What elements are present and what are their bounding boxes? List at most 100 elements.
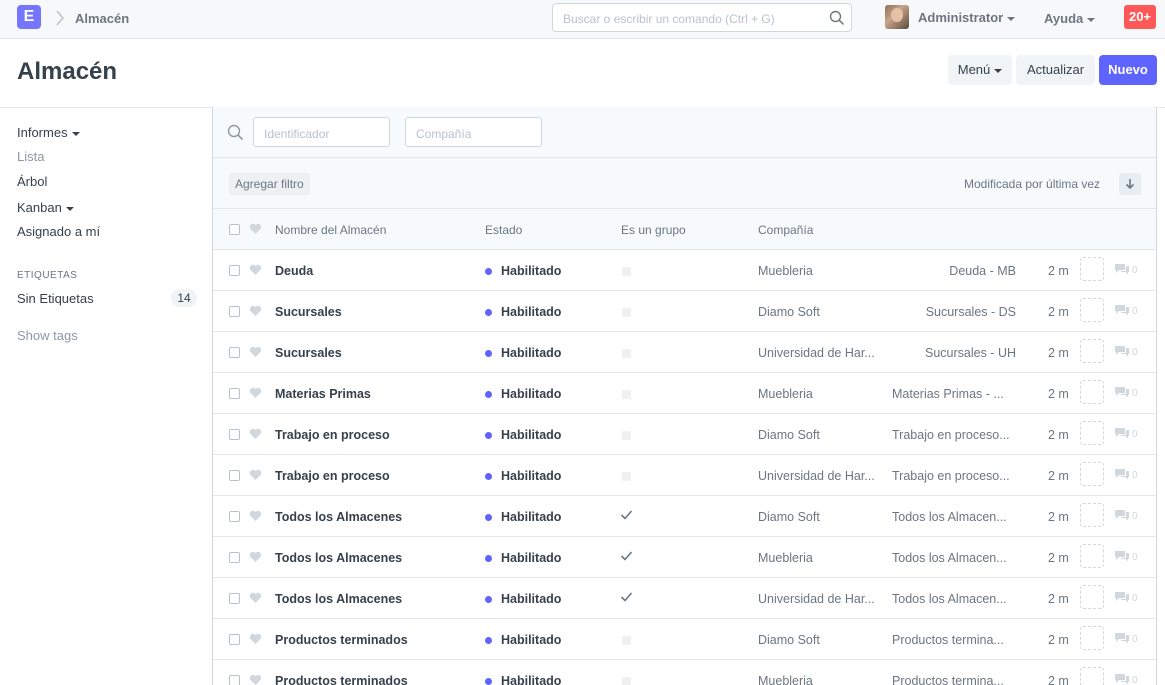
list-row[interactable]: Productos terminados Habilitado Muebleria P… [213,660,1156,685]
warehouse-name-link[interactable]: Deuda [275,264,313,278]
row-checkbox[interactable] [229,470,240,481]
row-checkbox[interactable] [229,306,240,317]
company-cell: Universidad de Har... [758,346,875,360]
assign-avatar-placeholder[interactable] [1080,544,1104,568]
list-row[interactable]: Todos los Almacenes Habilitado Muebleria To… [213,537,1156,578]
heart-icon[interactable] [249,551,262,563]
list-row[interactable]: Productos terminados Habilitado Diamo Soft… [213,619,1156,660]
comment-icon [1115,674,1129,685]
warehouse-name-link[interactable]: Productos terminados [275,633,408,647]
heart-icon[interactable] [249,428,262,440]
avatar[interactable] [885,5,909,29]
row-checkbox[interactable] [229,388,240,399]
list-row[interactable]: Todos los Almacenes Habilitado Diamo Soft T… [213,496,1156,537]
list-row[interactable]: Trabajo en proceso Habilitado Universidad … [213,455,1156,496]
row-checkbox[interactable] [229,511,240,522]
breadcrumb[interactable]: Almacén [75,11,129,26]
row-checkbox[interactable] [229,675,240,685]
list-row[interactable]: Sucursales Habilitado Universidad de Har..… [213,332,1156,373]
warehouse-id-cell: Todos los Almacen... [892,592,1007,606]
row-checkbox[interactable] [229,552,240,563]
warehouse-name-link[interactable]: Materias Primas [275,387,371,401]
assign-avatar-placeholder[interactable] [1080,339,1104,363]
status-indicator-dot [485,514,492,521]
menu-label: Menú [957,62,991,77]
sidebar-item-no-tags[interactable]: Sin Etiquetas [17,291,94,306]
page-title: Almacén [17,58,118,85]
heart-icon[interactable] [249,633,262,645]
heart-icon[interactable] [249,305,262,317]
assign-avatar-placeholder[interactable] [1080,626,1104,650]
sidebar-item-kanban[interactable]: Kanban [17,200,74,215]
sidebar-item-assigned-to-me[interactable]: Asignado a mí [17,224,100,239]
warehouse-name-link[interactable]: Sucursales [275,346,342,360]
sidebar-item-reports[interactable]: Informes [17,125,80,140]
add-filter-button[interactable]: Agregar filtro [229,173,310,195]
assign-avatar-placeholder[interactable] [1080,421,1104,445]
warehouse-name-link[interactable]: Todos los Almacenes [275,551,402,565]
row-checkbox[interactable] [229,429,240,440]
assign-avatar-placeholder[interactable] [1080,667,1104,685]
warehouse-name-link[interactable]: Productos terminados [275,674,408,685]
sidebar-item-label: Informes [17,125,68,140]
assign-avatar-placeholder[interactable] [1080,380,1104,404]
status-label: Habilitado [501,592,562,606]
warehouse-name-link[interactable]: Sucursales [275,305,342,319]
check-icon [620,592,633,602]
show-tags-link[interactable]: Show tags [17,328,78,343]
heart-icon[interactable] [249,223,262,235]
assign-avatar-placeholder[interactable] [1080,503,1104,527]
sidebar-item-list[interactable]: Lista [17,149,44,164]
list-row[interactable]: Deuda Habilitado Muebleria Deuda - MB 2 m 0 [213,250,1156,291]
navbar: E Almacén Buscar o escribir un comando (… [0,0,1165,39]
company-cell: Universidad de Har... [758,469,875,483]
list-panel: Identificador Compañía Agregar filtro Mo… [212,107,1157,685]
heart-icon[interactable] [249,510,262,522]
company-filter-input[interactable]: Compañía [405,117,542,147]
sort-selector[interactable]: Modificada por última vez [964,177,1100,191]
heart-icon[interactable] [249,387,262,399]
column-header-name: Nombre del Almacén [275,223,387,237]
heart-icon[interactable] [249,592,262,604]
menu-button[interactable]: Menú [948,55,1012,85]
modified-time: 2 m [1048,674,1069,685]
assign-avatar-placeholder[interactable] [1080,462,1104,486]
heart-icon[interactable] [249,469,262,481]
assign-avatar-placeholder[interactable] [1080,298,1104,322]
assign-avatar-placeholder[interactable] [1080,585,1104,609]
list-row[interactable]: Todos los Almacenes Habilitado Universidad… [213,578,1156,619]
user-menu[interactable]: Administrator [918,10,1016,25]
list-row[interactable]: Sucursales Habilitado Diamo Soft Sucursales… [213,291,1156,332]
warehouse-name-link[interactable]: Todos los Almacenes [275,592,402,606]
new-button[interactable]: Nuevo [1099,55,1157,85]
id-filter-input[interactable]: Identificador [253,117,390,147]
select-all-checkbox[interactable] [229,224,240,235]
modified-time: 2 m [1048,633,1069,647]
row-checkbox[interactable] [229,347,240,358]
warehouse-name-link[interactable]: Trabajo en proceso [275,428,390,442]
sidebar-item-tree[interactable]: Árbol [17,174,47,189]
sort-order-button[interactable] [1119,173,1141,195]
list-row[interactable]: Materias Primas Habilitado Muebleria Materi… [213,373,1156,414]
help-menu[interactable]: Ayuda [1044,11,1096,26]
warehouse-name-link[interactable]: Todos los Almacenes [275,510,402,524]
company-cell: Muebleria [758,551,813,565]
awesomebar-search-input[interactable]: Buscar o escribir un comando (Ctrl + G) [552,3,852,32]
app-logo[interactable]: E [17,5,41,29]
company-cell: Muebleria [758,264,813,278]
assign-avatar-placeholder[interactable] [1080,257,1104,281]
row-checkbox[interactable] [229,265,240,276]
row-checkbox[interactable] [229,634,240,645]
row-checkbox[interactable] [229,593,240,604]
tags-heading: ETIQUETAS [17,270,78,281]
warehouse-name-link[interactable]: Trabajo en proceso [275,469,390,483]
status-indicator-dot [485,596,492,603]
heart-icon[interactable] [249,674,262,685]
list-row[interactable]: Trabajo en proceso Habilitado Diamo Soft Tr… [213,414,1156,455]
status-indicator-dot [485,309,492,316]
heart-icon[interactable] [249,346,262,358]
heart-icon[interactable] [249,264,262,276]
status-indicator-dot [485,473,492,480]
refresh-button[interactable]: Actualizar [1016,55,1095,85]
notifications-badge[interactable]: 20+ [1124,5,1156,29]
